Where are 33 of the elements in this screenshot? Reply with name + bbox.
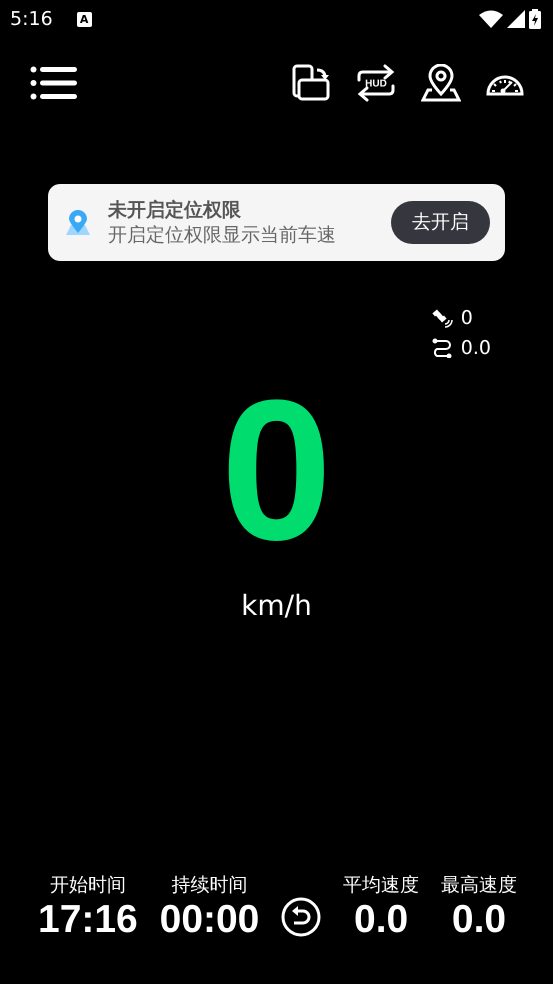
battery-icon [529,9,541,29]
reset-icon [281,897,322,938]
stat-value: 0.0 [452,897,506,944]
notification-icon: A [76,12,92,26]
stat-label: 最高速度 [441,874,517,898]
satellite-icon [430,308,453,328]
route-icon [430,338,453,358]
speed-unit: km/h [241,588,312,624]
map-pin-icon [421,64,461,102]
stat-value: 0.0 [354,897,408,944]
reset-button[interactable] [281,897,322,938]
hud-switch-button[interactable]: HUD [355,64,397,102]
stat-value: 00:00 [160,897,260,944]
speed-value: 0 [220,371,332,572]
stat-label: 开始时间 [50,874,126,898]
banner-subtitle: 开启定位权限显示当前车速 [108,222,336,248]
stat-label: 平均速度 [343,874,420,898]
distance-value: 0.0 [460,336,491,362]
menu-button[interactable] [30,66,78,100]
banner-title: 未开启定位权限 [108,198,242,223]
menu-icon [30,66,78,100]
stat-label: 持续时间 [172,874,248,898]
satellite-count: 0 [460,306,473,332]
status-time: 5:16 [10,6,53,32]
hud-label: HUD [365,78,387,90]
stat-value: 17:16 [38,897,138,944]
location-pin-icon [64,208,92,237]
rotate-screen-icon [291,64,331,102]
rotate-screen-button[interactable] [291,64,331,102]
signal-icon [507,10,525,28]
map-location-button[interactable] [421,64,461,102]
enable-button[interactable]: 去开启 [391,201,490,244]
wifi-icon [479,10,503,28]
